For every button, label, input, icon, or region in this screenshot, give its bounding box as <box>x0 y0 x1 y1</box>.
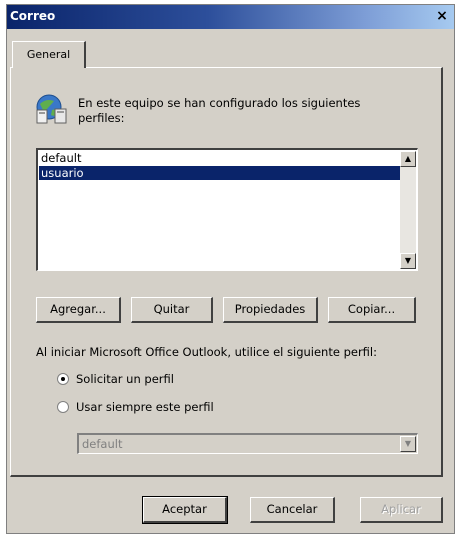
tab-general[interactable]: General <box>12 41 86 68</box>
scroll-up-icon[interactable]: ▲ <box>400 151 416 167</box>
scroll-down-icon[interactable]: ▼ <box>400 253 416 269</box>
chevron-down-icon[interactable]: ▼ <box>400 436 416 452</box>
prompt-profile-radio[interactable] <box>57 373 69 385</box>
apply-button[interactable]: Aplicar <box>360 497 443 523</box>
prompt-profile-label[interactable]: Solicitar un perfil <box>76 372 174 386</box>
close-button[interactable]: × <box>434 8 450 24</box>
profile-item-usuario[interactable]: usuario <box>39 166 401 180</box>
add-profile-button[interactable]: Agregar... <box>36 297 121 323</box>
profiles-scrollbar[interactable]: ▲ ▼ <box>400 151 416 269</box>
profile-select-value: default <box>82 437 123 451</box>
cancel-button[interactable]: Cancelar <box>250 497 335 523</box>
copy-profile-button[interactable]: Copiar... <box>328 297 416 323</box>
startup-profile-label: Al iniciar Microsoft Office Outlook, uti… <box>36 345 377 359</box>
profiles-icon <box>36 94 67 124</box>
ok-button[interactable]: Aceptar <box>142 496 228 524</box>
profile-item-default[interactable]: default <box>39 151 401 165</box>
properties-button[interactable]: Propiedades <box>223 297 318 323</box>
remove-profile-button[interactable]: Quitar <box>131 297 213 323</box>
profiles-listbox[interactable]: default usuario ▲ ▼ <box>36 148 418 271</box>
always-use-profile-radio[interactable] <box>57 401 69 413</box>
profile-select[interactable]: default ▼ <box>77 433 418 454</box>
title-bar[interactable]: Correo × <box>7 5 454 29</box>
general-tab-panel <box>10 67 443 477</box>
profiles-intro-text: En este equipo se han configurado los si… <box>78 96 361 125</box>
always-use-profile-label[interactable]: Usar siempre este perfil <box>76 400 214 414</box>
window-title: Correo <box>10 9 56 23</box>
